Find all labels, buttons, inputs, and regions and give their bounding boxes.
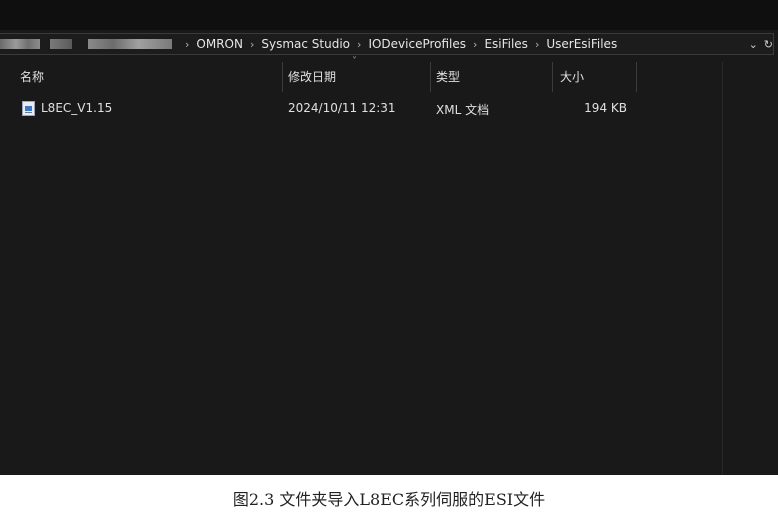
xml-file-icon [22, 101, 35, 116]
breadcrumb-separator-icon: › [473, 37, 478, 51]
figure-caption: 图2.3 文件夹导入L8EC系列伺服的ESI文件 [232, 490, 546, 509]
breadcrumb-esifiles[interactable]: EsiFiles [484, 37, 528, 51]
sort-indicator-icon: ˅ [352, 56, 357, 67]
pane-divider [722, 62, 723, 475]
file-name[interactable]: L8EC_V1.15 [41, 101, 112, 115]
breadcrumb-separator-icon: › [249, 37, 255, 51]
column-divider[interactable] [430, 62, 431, 92]
breadcrumb-separator-icon: › [185, 37, 190, 51]
refresh-icon[interactable]: ↻ [764, 38, 773, 51]
breadcrumb-sysmac-studio[interactable]: Sysmac Studio [261, 37, 350, 51]
file-type: XML 文档 [436, 103, 490, 117]
column-divider[interactable] [552, 62, 553, 92]
file-modified-date: 2024/10/11 12:31 [288, 101, 396, 115]
obscured-path-segment [50, 39, 72, 49]
column-divider[interactable] [636, 62, 637, 92]
address-bar[interactable]: › OMRON › Sysmac Studio › IODeviceProfil… [0, 33, 774, 55]
obscured-path-segment [0, 39, 40, 49]
column-header-name[interactable]: 名称 [20, 62, 44, 92]
breadcrumb-separator-icon: › [357, 37, 362, 51]
breadcrumb-omron[interactable]: OMRON [196, 37, 243, 51]
breadcrumb-iodeviceprofiles[interactable]: IODeviceProfiles [368, 37, 466, 51]
chevron-down-icon[interactable]: ⌄ [749, 38, 758, 51]
obscured-path-segment [88, 39, 172, 49]
breadcrumb-separator-icon: › [534, 37, 540, 51]
column-header-size[interactable]: 大小 [560, 62, 584, 92]
column-divider[interactable] [282, 62, 283, 92]
column-header-type[interactable]: 类型 [436, 62, 460, 92]
file-explorer-window: › OMRON › Sysmac Studio › IODeviceProfil… [0, 0, 778, 475]
breadcrumb-useresifiles[interactable]: UserEsiFiles [546, 37, 617, 51]
column-header-date[interactable]: 修改日期 [288, 62, 336, 92]
title-bar [0, 0, 778, 30]
file-size: 194 KB [584, 101, 627, 115]
